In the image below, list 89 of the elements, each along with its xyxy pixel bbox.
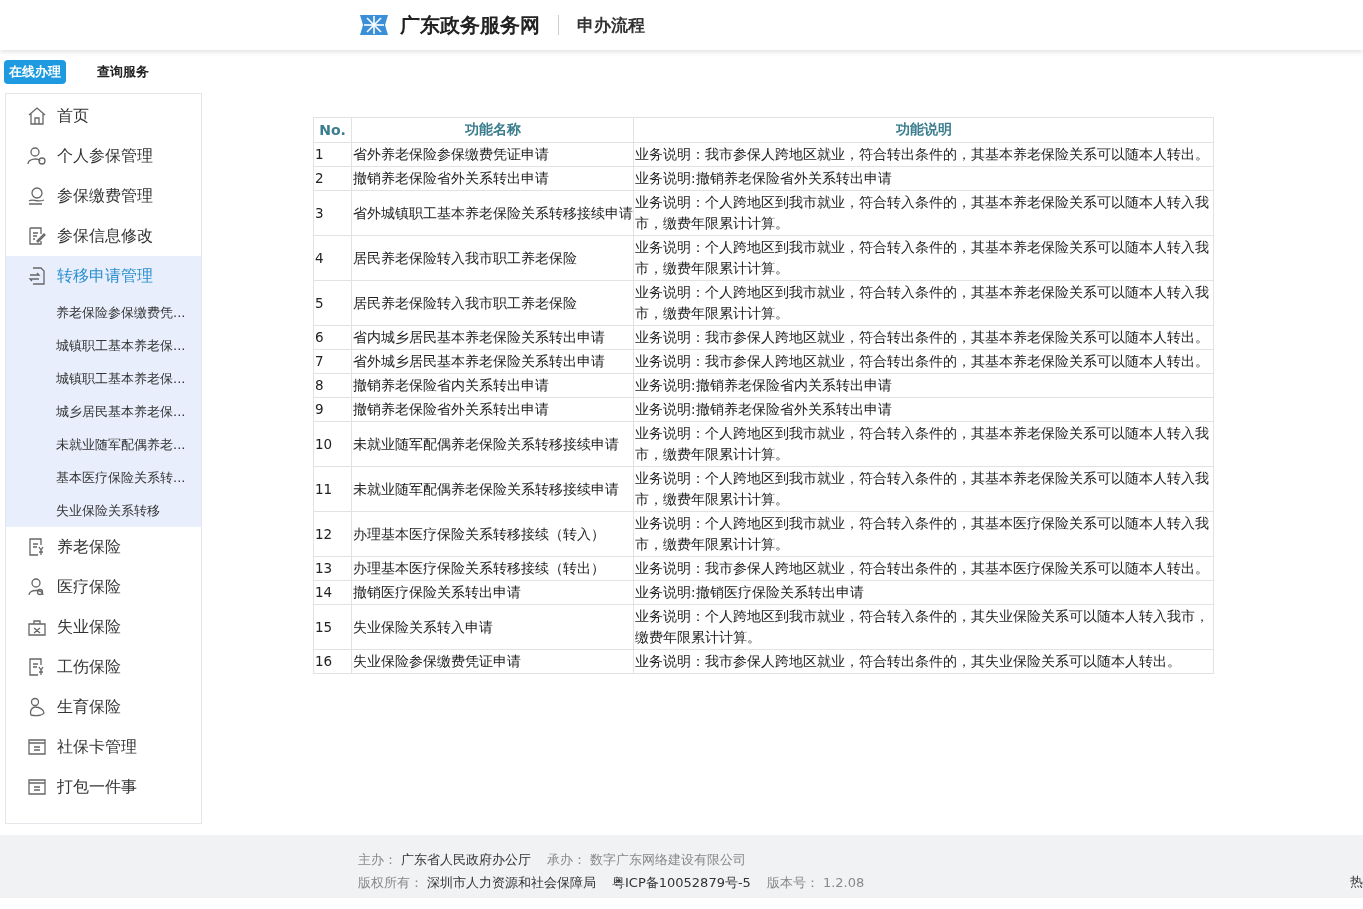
table-cell: 业务说明:撤销养老保险省外关系转出申请: [633, 397, 1214, 422]
table-cell: 3: [313, 190, 352, 236]
table-cell: 15: [313, 604, 352, 650]
column-header: No.: [313, 117, 352, 143]
table-cell: 4: [313, 235, 352, 281]
footer-text: 1.2.08: [822, 875, 865, 890]
table-cell: 失业保险关系转入申请: [351, 604, 634, 650]
sidebar-item[interactable]: 养老保险: [6, 527, 201, 567]
table-cell: 未就业随军配偶养老保险关系转移接续申请: [351, 466, 634, 512]
table-cell: 未就业随军配偶养老保险关系转移接续申请: [351, 421, 634, 467]
person-gear-icon: [26, 145, 48, 167]
sidebar-item[interactable]: 失业保险: [6, 607, 201, 647]
sidebar-subitem[interactable]: 基本医疗保险关系转...: [6, 461, 201, 494]
table-cell: 办理基本医疗保险关系转移接续（转出）: [351, 556, 634, 581]
footer-text: 广东省人民政府办公厅: [401, 852, 531, 867]
sidebar-item[interactable]: 医疗保险: [6, 567, 201, 607]
footer-text: 深圳市人力资源和社会保障局: [427, 875, 596, 890]
table-cell: 业务说明：个人跨地区到我市就业，符合转入条件的，其失业保险关系可以随本人转入我市，缴费年限累计计算。: [633, 604, 1214, 650]
table-cell: 业务说明:撤销养老保险省外关系转出申请: [633, 166, 1214, 191]
sidebar-item[interactable]: 工伤保险: [6, 647, 201, 687]
table-cell: 业务说明：个人跨地区到我市就业，符合转入条件的，其基本养老保险关系可以随本人转入我市，缴费年限累计计算。: [633, 466, 1214, 512]
home-icon: [26, 105, 48, 127]
table-cell: 10: [313, 421, 352, 467]
table-cell: 办理基本医疗保险关系转移接续（转入）: [351, 511, 634, 557]
table-cell: 业务说明：个人跨地区到我市就业，符合转入条件的，其基本养老保险关系可以随本人转入我市，缴费年限累计计算。: [633, 421, 1214, 467]
footer-label: 版权所有：: [358, 875, 423, 890]
table-cell: 省内城乡居民基本养老保险关系转出申请: [351, 325, 634, 350]
footer-label: 承办：: [547, 852, 586, 867]
sidebar-subitem[interactable]: 城镇职工基本养老保...: [6, 329, 201, 362]
footer-label: 主办：: [358, 852, 397, 867]
table-cell: 业务说明：我市参保人跨地区就业，符合转出条件的，其基本医疗保险关系可以随本人转出。: [633, 556, 1214, 581]
table-cell: 撤销医疗保险关系转出申请: [351, 580, 634, 605]
sidebar-subitem[interactable]: 失业保险关系转移: [6, 494, 201, 527]
table-cell: 16: [313, 649, 352, 674]
table-cell: 2: [313, 166, 352, 191]
table-cell: 12: [313, 511, 352, 557]
sidebar-item[interactable]: 社保卡管理: [6, 727, 201, 767]
sidebar-subitem[interactable]: 城乡居民基本养老保...: [6, 395, 201, 428]
table-cell: 居民养老保险转入我市职工养老保险: [351, 235, 634, 281]
table-cell: 业务说明:撤销医疗保险关系转出申请: [633, 580, 1214, 605]
table-cell: 失业保险参保缴费凭证申请: [351, 649, 634, 674]
table-cell: 6: [313, 325, 352, 350]
card-icon: [26, 736, 48, 758]
sidebar-subitem[interactable]: 养老保险参保缴费凭...: [6, 296, 201, 329]
table-cell: 省外城乡居民基本养老保险关系转出申请: [351, 349, 634, 374]
card-icon: [26, 776, 48, 798]
logo-icon: [358, 13, 390, 37]
table-cell: 业务说明：我市参保人跨地区就业，符合转出条件的，其基本养老保险关系可以随本人转出。: [633, 349, 1214, 374]
sidebar-item[interactable]: 个人参保管理: [6, 136, 201, 176]
sidebar-item[interactable]: 参保信息修改: [6, 216, 201, 256]
table-cell: 9: [313, 397, 352, 422]
table-cell: 业务说明：我市参保人跨地区就业，符合转出条件的，其失业保险关系可以随本人转出。: [633, 649, 1214, 674]
sidebar-item[interactable]: 参保缴费管理: [6, 176, 201, 216]
table-cell: 业务说明：我市参保人跨地区就业，符合转出条件的，其基本养老保险关系可以随本人转出。: [633, 325, 1214, 350]
table-cell: 业务说明:撤销养老保险省内关系转出申请: [633, 373, 1214, 398]
table-cell: 撤销养老保险省外关系转出申请: [351, 166, 634, 191]
footer-text: 数字广东网络建设有限公司: [590, 852, 746, 867]
table-cell: 省外城镇职工基本养老保险关系转移接续申请: [351, 190, 634, 236]
table-cell: 省外养老保险参保缴费凭证申请: [351, 142, 634, 167]
table-cell: 14: [313, 580, 352, 605]
nav-tab[interactable]: 查询服务: [92, 59, 154, 84]
table-cell: 业务说明：个人跨地区到我市就业，符合转入条件的，其基本养老保险关系可以随本人转入我市，缴费年限累计计算。: [633, 190, 1214, 236]
table-cell: 业务说明：个人跨地区到我市就业，符合转入条件的，其基本医疗保险关系可以随本人转入我市，缴费年限累计计算。: [633, 511, 1214, 557]
table-cell: 13: [313, 556, 352, 581]
sidebar-item[interactable]: 首页: [6, 96, 201, 136]
sidebar-subitem[interactable]: 城镇职工基本养老保...: [6, 362, 201, 395]
page-title: 申办流程: [577, 13, 645, 37]
column-header: 功能说明: [633, 117, 1214, 143]
footer-text: 粤ICP备10052879号-5: [612, 875, 751, 890]
table-cell: 8: [313, 373, 352, 398]
transfer-document-icon: [26, 265, 48, 287]
table-cell: 撤销养老保险省内关系转出申请: [351, 373, 634, 398]
footer-label: 版本号：: [766, 875, 819, 890]
table-cell: 撤销养老保险省外关系转出申请: [351, 397, 634, 422]
hotline-label: 热: [1350, 873, 1363, 891]
table-cell: 业务说明：个人跨地区到我市就业，符合转入条件的，其基本养老保险关系可以随本人转入我市，缴费年限累计计算。: [633, 280, 1214, 326]
column-header: 功能名称: [351, 117, 634, 143]
table-cell: 7: [313, 349, 352, 374]
sidebar-subitem[interactable]: 未就业随军配偶养老...: [6, 428, 201, 461]
table-cell: 业务说明：个人跨地区到我市就业，符合转入条件的，其基本养老保险关系可以随本人转入我市，缴费年限累计计算。: [633, 235, 1214, 281]
table-cell: 1: [313, 142, 352, 167]
table-cell: 居民养老保险转入我市职工养老保险: [351, 280, 634, 326]
table-cell: 5: [313, 280, 352, 326]
table-cell: 业务说明：我市参保人跨地区就业，符合转出条件的，其基本养老保险关系可以随本人转出。: [633, 142, 1214, 167]
table-cell: 11: [313, 466, 352, 512]
sidebar-item[interactable]: 生育保险: [6, 687, 201, 727]
site-title[interactable]: 广东政务服务网: [400, 11, 540, 39]
edit-document-icon: [26, 225, 48, 247]
sidebar-item[interactable]: 打包一件事: [6, 767, 201, 807]
